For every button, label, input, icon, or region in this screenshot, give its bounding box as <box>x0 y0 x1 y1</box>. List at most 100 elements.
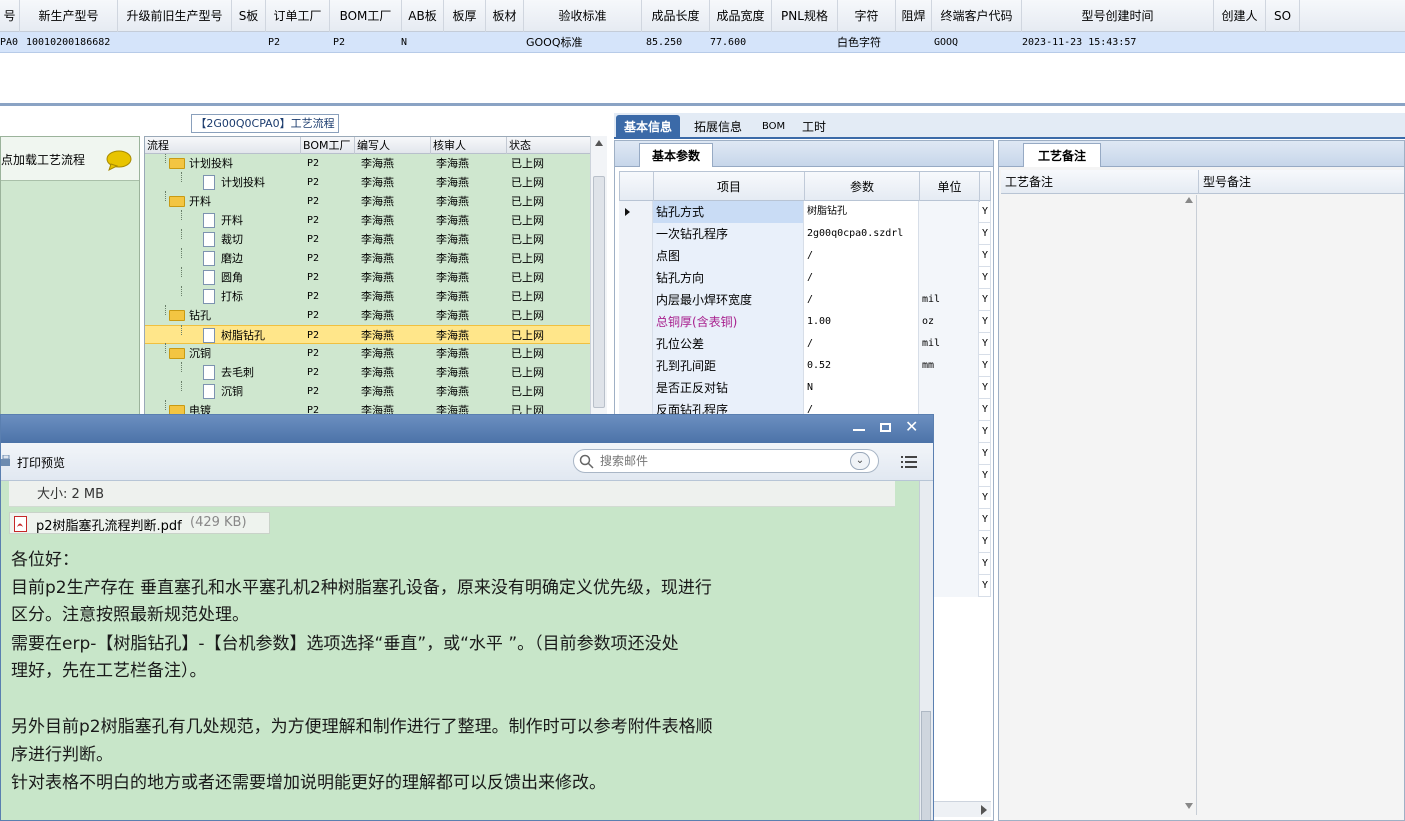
param-row[interactable]: 点图 / Y <box>619 245 991 267</box>
minimize-icon[interactable] <box>853 429 865 431</box>
param-col-value[interactable]: 参数 <box>805 172 920 202</box>
tree-row[interactable]: 开料 P2 李海燕 李海燕 已上网 <box>145 191 591 211</box>
param-value[interactable]: 2g00q0cpa0.szdrl <box>804 223 919 245</box>
tree-row[interactable]: 打标 P2 李海燕 李海燕 已上网 <box>145 286 591 306</box>
tree-row[interactable]: 树脂钻孔 P2 李海燕 李海燕 已上网 <box>145 325 591 344</box>
tab-basic-params[interactable]: 基本参数 <box>639 143 714 167</box>
tree-col-status[interactable]: 状态 <box>507 137 591 154</box>
scroll-down-icon[interactable] <box>1185 803 1193 809</box>
tree-col-writer[interactable]: 编写人 <box>355 137 431 154</box>
tree-col-reviewer[interactable]: 核审人 <box>431 137 507 154</box>
param-value[interactable]: 0.52 <box>804 355 919 377</box>
param-row[interactable]: 一次钻孔程序 2g00q0cpa0.szdrl Y <box>619 223 991 245</box>
printer-icon[interactable] <box>1 455 11 469</box>
col-header-old-model[interactable]: 升级前旧生产型号 <box>118 0 232 32</box>
param-col-item[interactable]: 项目 <box>654 172 805 202</box>
tab-bom[interactable]: BOM <box>754 115 793 139</box>
tree-row[interactable]: 去毛刺 P2 李海燕 李海燕 已上网 <box>145 362 591 382</box>
row-header[interactable] <box>619 223 653 245</box>
param-value[interactable]: 1.00 <box>804 311 919 333</box>
col-header-bom-factory[interactable]: BOM工厂 <box>330 0 402 32</box>
row-header[interactable] <box>619 245 653 267</box>
tree-row[interactable]: 沉铜 P2 李海燕 李海燕 已上网 <box>145 381 591 401</box>
tree-col-process[interactable]: 流程 <box>145 137 301 154</box>
scroll-thumb[interactable] <box>593 176 605 408</box>
col-header-order-factory[interactable]: 订单工厂 <box>266 0 330 32</box>
load-process-label[interactable]: 点加载工艺流程 <box>1 151 85 168</box>
tab-basic-info[interactable]: 基本信息 <box>616 115 681 139</box>
mail-scrollbar[interactable] <box>919 481 933 820</box>
scroll-right-icon[interactable] <box>981 805 987 815</box>
col-header-no[interactable]: 号 <box>0 0 20 32</box>
col-header-thickness[interactable]: 板厚 <box>444 0 486 32</box>
tree-row[interactable]: 沉铜 P2 李海燕 李海燕 已上网 <box>145 343 591 363</box>
col-header-pnl[interactable]: PNL规格 <box>772 0 838 32</box>
param-row[interactable]: 孔到孔间距 0.52 mm Y <box>619 355 991 377</box>
col-header-new-model[interactable]: 新生产型号 <box>20 0 118 32</box>
row-header[interactable] <box>619 355 653 377</box>
col-header-creator[interactable]: 创建人 <box>1214 0 1266 32</box>
col-header-width[interactable]: 成品宽度 <box>710 0 772 32</box>
tab-process-notes[interactable]: 工艺备注 <box>1023 143 1102 167</box>
notes-col-process[interactable]: 工艺备注 <box>1005 170 1199 194</box>
param-col-unit[interactable]: 单位 <box>920 172 980 202</box>
tree-row[interactable]: 计划投料 P2 李海燕 李海燕 已上网 <box>145 154 591 173</box>
row-header[interactable] <box>619 333 653 355</box>
list-menu-icon[interactable] <box>901 455 917 469</box>
param-row[interactable]: 钻孔方向 / Y <box>619 267 991 289</box>
process-notes-area[interactable] <box>1003 195 1197 815</box>
row-header[interactable] <box>619 377 653 399</box>
tree-row[interactable]: 开料 P2 李海燕 李海燕 已上网 <box>145 210 591 230</box>
mail-search-box[interactable]: ⌄ <box>573 449 879 473</box>
param-value[interactable]: N <box>804 377 919 399</box>
col-header-so[interactable]: SO <box>1266 0 1300 32</box>
param-row[interactable]: 钻孔方式 树脂钻孔 Y <box>619 201 991 223</box>
col-header-customer-code[interactable]: 终端客户代码 <box>932 0 1022 32</box>
param-row[interactable]: 是否正反对钻 N Y <box>619 377 991 399</box>
search-input[interactable] <box>600 452 820 470</box>
row-header[interactable] <box>619 289 653 311</box>
tree-row[interactable]: 磨边 P2 李海燕 李海燕 已上网 <box>145 248 591 268</box>
chat-bubble-icon[interactable] <box>105 149 133 171</box>
param-value[interactable]: / <box>804 289 919 311</box>
print-preview-button[interactable]: 打印预览 <box>17 454 65 471</box>
col-header-ab-board[interactable]: AB板 <box>402 0 444 32</box>
tab-extended-info[interactable]: 拓展信息 <box>686 115 750 139</box>
tree-col-bom[interactable]: BOM工厂 <box>301 137 355 154</box>
close-icon[interactable]: ✕ <box>905 418 918 436</box>
param-value[interactable]: / <box>804 333 919 355</box>
col-header-created-time[interactable]: 型号创建时间 <box>1022 0 1214 32</box>
col-header-character[interactable]: 字符 <box>838 0 896 32</box>
col-header-acceptance[interactable]: 验收标准 <box>524 0 642 32</box>
maximize-icon[interactable] <box>880 423 891 432</box>
tree-row[interactable]: 计划投料 P2 李海燕 李海燕 已上网 <box>145 172 591 192</box>
param-value[interactable]: 树脂钻孔 <box>804 201 919 223</box>
process-tree-scrollbar[interactable] <box>590 136 607 414</box>
scroll-thumb[interactable] <box>921 711 931 820</box>
param-row[interactable]: 孔位公差 / mil Y <box>619 333 991 355</box>
row-header[interactable] <box>619 201 653 223</box>
scroll-up-icon[interactable] <box>595 140 603 146</box>
tree-row[interactable]: 电镀 P2 李海燕 李海燕 已上网 <box>145 400 591 415</box>
attachment-name[interactable]: p2树脂塞孔流程判断.pdf <box>36 515 182 534</box>
scroll-up-icon[interactable] <box>1185 197 1193 203</box>
col-header-solder-mask[interactable]: 阻焊 <box>896 0 932 32</box>
attachment-item[interactable]: p2树脂塞孔流程判断.pdf (429 KB) <box>9 512 270 534</box>
col-header-s-board[interactable]: S板 <box>232 0 266 32</box>
param-value[interactable]: / <box>804 245 919 267</box>
tree-row[interactable]: 钻孔 P2 李海燕 李海燕 已上网 <box>145 305 591 325</box>
param-row[interactable]: 内层最小焊环宽度 / mil Y <box>619 289 991 311</box>
mail-titlebar[interactable]: ✕ <box>1 415 933 443</box>
load-process-row[interactable]: 点加载工艺流程 <box>1 137 139 181</box>
tree-row[interactable]: 裁切 P2 李海燕 李海燕 已上网 <box>145 229 591 249</box>
param-value[interactable]: / <box>804 267 919 289</box>
row-header[interactable] <box>619 311 653 333</box>
chevron-down-icon[interactable]: ⌄ <box>850 452 870 470</box>
notes-col-model[interactable]: 型号备注 <box>1203 170 1251 194</box>
param-row[interactable]: 总铜厚(含表铜) 1.00 oz Y <box>619 311 991 333</box>
tab-work-hours[interactable]: 工时 <box>794 115 834 139</box>
table-row[interactable]: PA0 10010200186682 P2 P2 N GOOQ标准 85.250… <box>0 32 1405 53</box>
tree-row[interactable]: 圆角 P2 李海燕 李海燕 已上网 <box>145 267 591 287</box>
row-header[interactable] <box>619 267 653 289</box>
col-header-length[interactable]: 成品长度 <box>642 0 710 32</box>
